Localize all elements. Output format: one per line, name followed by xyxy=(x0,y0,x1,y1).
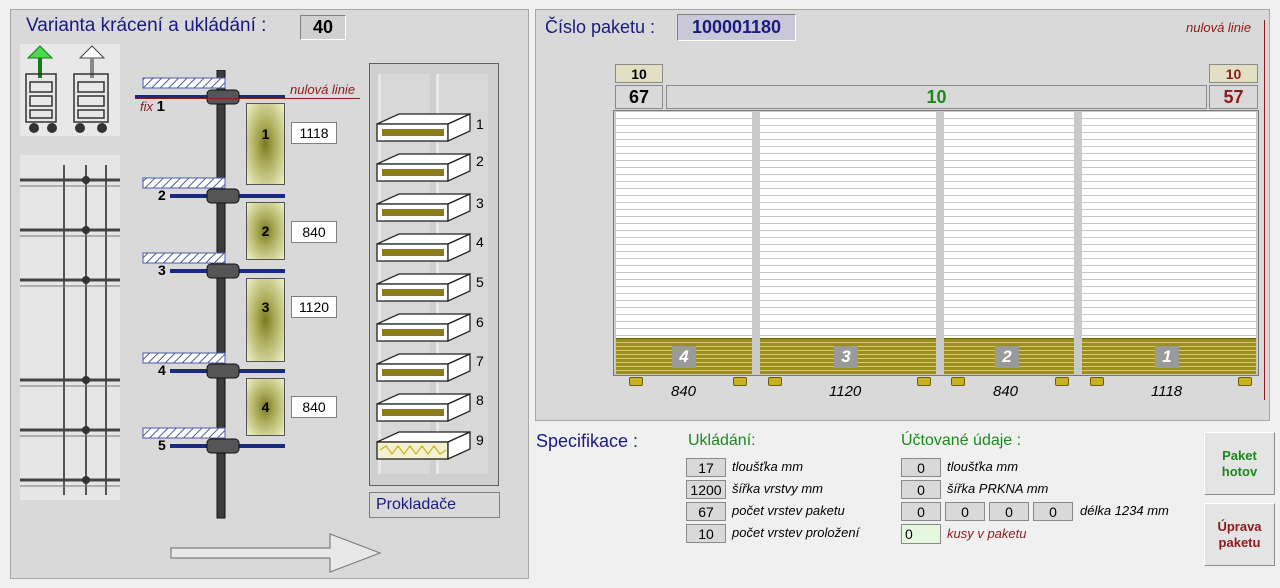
billing-thickness-label: tloušťka mm xyxy=(947,459,1019,474)
saw-number-4: 4 xyxy=(158,362,166,378)
spec-title: Specifikace : xyxy=(536,431,639,451)
billing-length-label: délka 1234 mm xyxy=(1080,503,1169,518)
fix-number: 1 xyxy=(156,98,165,115)
spacer-list xyxy=(376,112,471,461)
billing-length-3[interactable]: 0 xyxy=(989,502,1029,521)
segment-box-1: 1 xyxy=(246,103,285,185)
saw-number-3: 3 xyxy=(158,262,166,278)
spacer-number-8: 8 xyxy=(476,392,484,408)
center-layer-bar: 10 xyxy=(666,85,1207,109)
right-zero-line-label: nulová linie xyxy=(1186,20,1252,35)
saw-number-2: 2 xyxy=(158,187,166,203)
spacer-number-6: 6 xyxy=(476,314,484,330)
billing-width-label: šířka PRKNA mm xyxy=(947,481,1049,496)
left-small-counter: 10 xyxy=(615,64,663,83)
spacer-number-7: 7 xyxy=(476,353,484,369)
direction-arrow-icon xyxy=(170,533,382,573)
spacer-number-5: 5 xyxy=(476,274,484,290)
stack-3: 3 xyxy=(760,112,936,374)
storing-title: Ukládání: xyxy=(688,432,756,449)
stack-length-4: 840 xyxy=(671,383,697,400)
spacers-button[interactable]: Prokladače xyxy=(369,492,500,518)
packet-foot xyxy=(733,377,747,386)
stack-length-2: 840 xyxy=(993,383,1019,400)
stack-label: 2 xyxy=(995,346,1019,368)
edit-packet-line1: Úprava xyxy=(1217,518,1262,534)
segment-length-1[interactable]: 1118 xyxy=(291,122,337,144)
segment-index: 2 xyxy=(261,223,270,239)
variant-title: Varianta krácení a ukládání : xyxy=(26,15,267,36)
stack-label: 1 xyxy=(1155,346,1179,368)
packet-done-line2: hotov xyxy=(1221,463,1258,479)
packet-done-button[interactable]: Paket hotov xyxy=(1204,432,1275,495)
spacer-number-1: 1 xyxy=(476,116,484,132)
right-small-counter: 10 xyxy=(1209,64,1258,83)
conveyor-frame-illustration xyxy=(20,155,120,500)
storing-width-value[interactable]: 1200 xyxy=(686,480,726,499)
storing-thickness-label: tloušťka mm xyxy=(732,459,804,474)
stacker-machine-icon xyxy=(20,44,120,136)
billing-title: Účtované údaje : xyxy=(901,432,1022,449)
fix-text: fix xyxy=(140,99,153,114)
fix-label: fix 1 xyxy=(140,98,165,115)
billing-length-4[interactable]: 0 xyxy=(1033,502,1073,521)
storing-layers-label: počet vrstev paketu xyxy=(732,503,845,518)
billing-width-value[interactable]: 0 xyxy=(901,480,941,499)
packet-foot xyxy=(1090,377,1104,386)
segment-box-4: 4 xyxy=(246,378,285,436)
packet-foot xyxy=(629,377,643,386)
storing-layers-value[interactable]: 67 xyxy=(686,502,726,521)
segment-length-2[interactable]: 840 xyxy=(291,221,337,243)
billing-pieces-value[interactable]: 0 xyxy=(901,524,941,544)
segment-length-4[interactable]: 840 xyxy=(291,396,337,418)
edit-packet-button[interactable]: Úprava paketu xyxy=(1204,503,1275,566)
spacer-number-2: 2 xyxy=(476,153,484,169)
stack-length-3: 1120 xyxy=(829,383,862,400)
billing-pieces-label: kusy v paketu xyxy=(947,526,1027,541)
segment-index: 3 xyxy=(261,299,270,315)
variant-value[interactable]: 40 xyxy=(300,15,346,40)
right-big-counter: 57 xyxy=(1209,85,1258,109)
spacer-number-9: 9 xyxy=(476,432,484,448)
segment-box-3: 3 xyxy=(246,278,285,362)
stack-length-1: 1118 xyxy=(1151,383,1183,400)
packet-number[interactable]: 100001180 xyxy=(677,14,796,41)
storing-width-label: šířka vrstvy mm xyxy=(732,481,823,496)
zero-line-label: nulová linie xyxy=(290,82,356,97)
spacer-number-3: 3 xyxy=(476,195,484,211)
billing-length-2[interactable]: 0 xyxy=(945,502,985,521)
saw-number-5: 5 xyxy=(158,437,166,453)
stack-4: 4 xyxy=(616,112,752,374)
billing-thickness-value[interactable]: 0 xyxy=(901,458,941,477)
zero-line-marker xyxy=(135,98,360,99)
stack-label: 4 xyxy=(672,346,696,368)
stack-2: 2 xyxy=(944,112,1074,374)
spacer-number-4: 4 xyxy=(476,234,484,250)
edit-packet-line2: paketu xyxy=(1218,534,1261,550)
segment-index: 4 xyxy=(261,399,270,415)
stack-1: 1 xyxy=(1082,112,1256,374)
storing-spacer-layers-label: počet vrstev proložení xyxy=(732,525,860,540)
packet-foot xyxy=(1055,377,1069,386)
packet-foot xyxy=(768,377,782,386)
right-zero-line-marker xyxy=(1264,20,1265,400)
left-big-counter: 67 xyxy=(615,85,663,109)
segment-index: 1 xyxy=(261,126,270,142)
packet-foot xyxy=(1238,377,1252,386)
packet-label: Číslo paketu : xyxy=(545,17,656,37)
packet-foot xyxy=(951,377,965,386)
segment-box-2: 2 xyxy=(246,202,285,260)
billing-length-1[interactable]: 0 xyxy=(901,502,941,521)
storing-spacer-layers-value[interactable]: 10 xyxy=(686,524,726,543)
packet-foot xyxy=(917,377,931,386)
segment-length-3[interactable]: 1120 xyxy=(291,296,337,318)
spacer-item xyxy=(376,112,471,143)
packet-done-line1: Paket xyxy=(1222,447,1257,463)
stack-label: 3 xyxy=(834,346,858,368)
storing-thickness-value[interactable]: 17 xyxy=(686,458,726,477)
